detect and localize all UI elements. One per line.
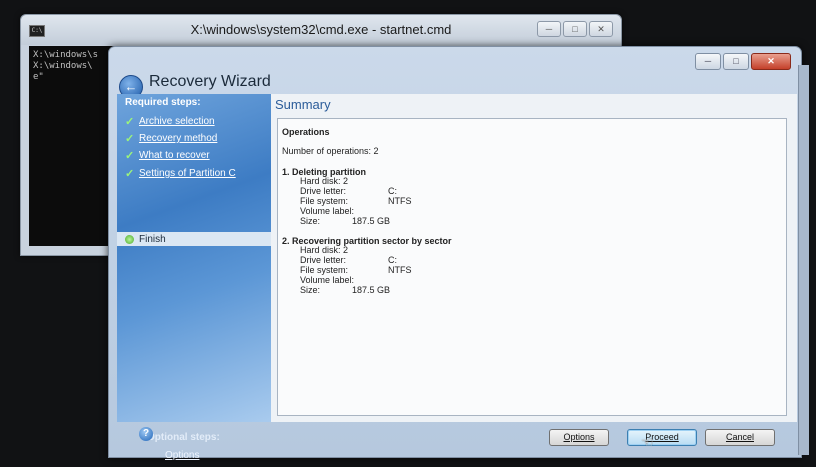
volume-label-label: Volume label: <box>300 206 355 216</box>
help-icon[interactable]: ? <box>139 427 153 441</box>
checkmark-icon: ✓ <box>125 116 135 128</box>
file-system-label: File system: <box>300 265 349 275</box>
hard-disk-value: Hard disk: 2 <box>300 176 349 186</box>
drive-letter-value: C: <box>388 186 397 196</box>
window-border <box>798 65 809 455</box>
cmd-title: X:\windows\system32\cmd.exe - startnet.c… <box>190 22 452 37</box>
file-system-value: NTFS <box>388 196 412 206</box>
file-system-label: File system: <box>300 196 349 206</box>
size-label: Size: <box>300 216 321 226</box>
maximize-button[interactable]: □ <box>723 53 749 70</box>
main-panel: Summary Operations Number of operations:… <box>271 94 797 422</box>
cmd-titlebar[interactable]: C:\ X:\windows\system32\cmd.exe - startn… <box>21 15 621 45</box>
operations-heading: Operations <box>282 127 330 137</box>
size-value: 187.5 GB <box>352 216 391 226</box>
required-steps-heading: Required steps: <box>125 97 201 108</box>
checkmark-icon: ✓ <box>125 133 135 145</box>
step-archive-selection[interactable]: ✓ Archive selection <box>125 115 215 128</box>
file-system-value: NTFS <box>388 265 412 275</box>
current-step-icon <box>125 234 134 244</box>
steps-sidebar: Required steps: ✓ Archive selection ✓ Re… <box>117 94 271 461</box>
minimize-button[interactable]: ─ <box>537 21 561 37</box>
step-finish[interactable]: Finish <box>117 232 271 246</box>
options-link[interactable]: Options <box>165 450 199 461</box>
step-what-to-recover[interactable]: ✓ What to recover <box>125 149 210 162</box>
options-button[interactable]: Options <box>549 429 609 446</box>
hard-disk-value: Hard disk: 2 <box>300 245 349 255</box>
size-label: Size: <box>300 285 321 295</box>
step-label: Settings of Partition C <box>139 168 236 179</box>
cancel-button[interactable]: Cancel <box>705 429 775 446</box>
mouse-pointer-icon: ☜ <box>641 434 654 450</box>
proceed-button[interactable]: Proceed <box>627 429 697 446</box>
page-title: Summary <box>275 97 331 112</box>
summary-box[interactable]: Operations Number of operations: 2 1. De… <box>277 118 787 416</box>
checkmark-icon: ✓ <box>125 168 135 180</box>
checkmark-icon: ✓ <box>125 150 135 162</box>
operations-count: Number of operations: 2 <box>282 146 379 156</box>
step-settings-partition-c[interactable]: ✓ Settings of Partition C <box>125 167 236 180</box>
optional-steps-heading: Optional steps: <box>147 432 220 443</box>
window-title: Recovery Wizard <box>149 73 271 90</box>
step-recovery-method[interactable]: ✓ Recovery method <box>125 132 217 145</box>
size-value: 187.5 GB <box>352 285 391 295</box>
close-button[interactable]: ✕ <box>751 53 791 70</box>
drive-letter-value: C: <box>388 255 397 265</box>
maximize-button[interactable]: □ <box>563 21 587 37</box>
close-button[interactable]: ✕ <box>589 21 613 37</box>
step-label: What to recover <box>139 150 210 161</box>
recovery-wizard-window: ─ □ ✕ ← Recovery Wizard Required steps: … <box>108 46 809 461</box>
step-label: Archive selection <box>139 116 215 127</box>
volume-label-label: Volume label: <box>300 275 355 285</box>
step-label: Finish <box>139 233 166 245</box>
drive-letter-label: Drive letter: <box>300 186 347 196</box>
drive-letter-label: Drive letter: <box>300 255 347 265</box>
step-label: Recovery method <box>139 133 218 144</box>
minimize-button[interactable]: ─ <box>695 53 721 70</box>
